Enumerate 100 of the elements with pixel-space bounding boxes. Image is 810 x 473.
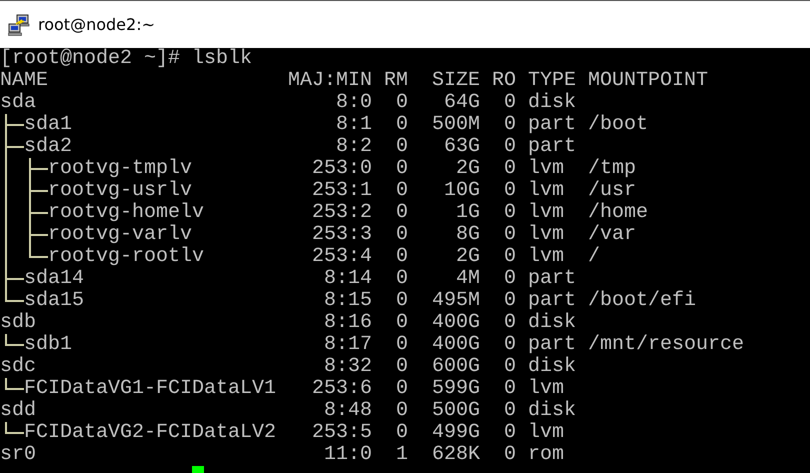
device-name: sdb xyxy=(0,312,36,334)
size-value: 1G xyxy=(456,201,480,224)
ro-value: 0 xyxy=(504,311,516,334)
rm-value: 0 xyxy=(396,179,408,202)
rm-value: 0 xyxy=(396,421,408,444)
type-value: lvm xyxy=(528,245,564,268)
size-value: 400G xyxy=(432,333,480,356)
type-value: disk xyxy=(528,91,576,114)
column-header: SIZE xyxy=(432,69,480,92)
column-header: MAJ:MIN xyxy=(288,69,372,92)
device-name: sda1 xyxy=(24,114,72,136)
type-value: disk xyxy=(528,399,576,422)
ro-value: 0 xyxy=(504,399,516,422)
size-value: 2G xyxy=(456,245,480,268)
maj-min-value: 8:17 xyxy=(324,333,372,356)
device-name: FCIDataVG2-FCIDataLV2 xyxy=(24,422,276,444)
type-value: part xyxy=(528,135,576,158)
size-value: 8G xyxy=(456,223,480,246)
device-name: sdc xyxy=(0,356,36,378)
type-value: part xyxy=(528,289,576,312)
mountpoint-value: /tmp xyxy=(588,157,636,180)
maj-min-value: 253:1 xyxy=(312,179,372,202)
maj-min-value: 8:48 xyxy=(324,399,372,422)
maj-min-value: 253:6 xyxy=(312,377,372,400)
tree-lines xyxy=(5,224,48,246)
maj-min-value: 8:15 xyxy=(324,289,372,312)
type-value: lvm xyxy=(528,201,564,224)
tree-lines xyxy=(5,114,24,136)
maj-min-value: 8:14 xyxy=(324,267,372,290)
device-name: sda14 xyxy=(24,268,84,290)
device-name: FCIDataVG1-FCIDataLV1 xyxy=(24,378,276,400)
maj-min-value: 8:32 xyxy=(324,355,372,378)
rm-value: 0 xyxy=(396,113,408,136)
maj-min-value: 8:0 xyxy=(336,91,372,114)
ro-value: 0 xyxy=(504,267,516,290)
device-name: sdd xyxy=(0,400,36,422)
ro-value: 0 xyxy=(504,377,516,400)
maj-min-value: 253:3 xyxy=(312,223,372,246)
command-line: [root@node2 ~]# lsblk xyxy=(0,47,252,70)
mountpoint-value: /boot/efi xyxy=(588,289,696,312)
ro-value: 0 xyxy=(504,245,516,268)
ro-value: 0 xyxy=(504,333,516,356)
ro-value: 0 xyxy=(504,289,516,312)
tree-lines xyxy=(5,378,24,390)
ro-value: 0 xyxy=(504,113,516,136)
rm-value: 0 xyxy=(396,245,408,268)
maj-min-value: 253:0 xyxy=(312,157,372,180)
ro-value: 0 xyxy=(504,223,516,246)
maj-min-value: 11:0 xyxy=(324,443,372,466)
rm-value: 0 xyxy=(396,91,408,114)
device-name: rootvg-rootlv xyxy=(48,246,204,268)
rm-value: 0 xyxy=(396,355,408,378)
device-name: rootvg-varlv xyxy=(48,224,192,246)
ro-value: 0 xyxy=(504,179,516,202)
ro-value: 0 xyxy=(504,355,516,378)
device-name: sda xyxy=(0,92,36,114)
size-value: 400G xyxy=(432,311,480,334)
type-value: lvm xyxy=(528,179,564,202)
text-cursor xyxy=(192,466,204,473)
tree-lines xyxy=(5,422,24,434)
rm-value: 0 xyxy=(396,157,408,180)
size-value: 63G xyxy=(444,135,480,158)
type-value: disk xyxy=(528,355,576,378)
device-name: rootvg-homelv xyxy=(48,202,204,224)
size-value: 10G xyxy=(444,179,480,202)
size-value: 599G xyxy=(432,377,480,400)
column-header: TYPE xyxy=(528,69,576,92)
type-value: disk xyxy=(528,311,576,334)
type-value: rom xyxy=(528,443,564,466)
column-header: NAME xyxy=(0,70,48,92)
size-value: 500M xyxy=(432,113,480,136)
ro-value: 0 xyxy=(504,443,516,466)
mountpoint-value: /boot xyxy=(588,113,648,136)
device-name: sda15 xyxy=(24,290,84,312)
maj-min-value: 253:2 xyxy=(312,201,372,224)
rm-value: 1 xyxy=(396,443,408,466)
device-name: sda2 xyxy=(24,136,72,158)
rm-value: 0 xyxy=(396,267,408,290)
device-name: sr0 xyxy=(0,444,36,466)
tree-lines xyxy=(5,334,24,346)
ro-value: 0 xyxy=(504,91,516,114)
maj-min-value: 253:5 xyxy=(312,421,372,444)
tree-lines xyxy=(5,202,48,224)
mountpoint-value: /usr xyxy=(588,179,636,202)
rm-value: 0 xyxy=(396,135,408,158)
rm-value: 0 xyxy=(396,311,408,334)
device-name: sdb1 xyxy=(24,334,72,356)
mountpoint-value: / xyxy=(588,245,600,268)
tree-lines xyxy=(5,180,48,202)
column-header: RO xyxy=(492,69,516,92)
size-value: 600G xyxy=(432,355,480,378)
mountpoint-value: /mnt/resource xyxy=(588,333,744,356)
column-header: MOUNTPOINT xyxy=(588,69,708,92)
rm-value: 0 xyxy=(396,289,408,312)
size-value: 495M xyxy=(432,289,480,312)
computers-icon xyxy=(8,14,30,36)
type-value: lvm xyxy=(528,377,564,400)
ro-value: 0 xyxy=(504,421,516,444)
device-name: rootvg-usrlv xyxy=(48,180,192,202)
ro-value: 0 xyxy=(504,157,516,180)
